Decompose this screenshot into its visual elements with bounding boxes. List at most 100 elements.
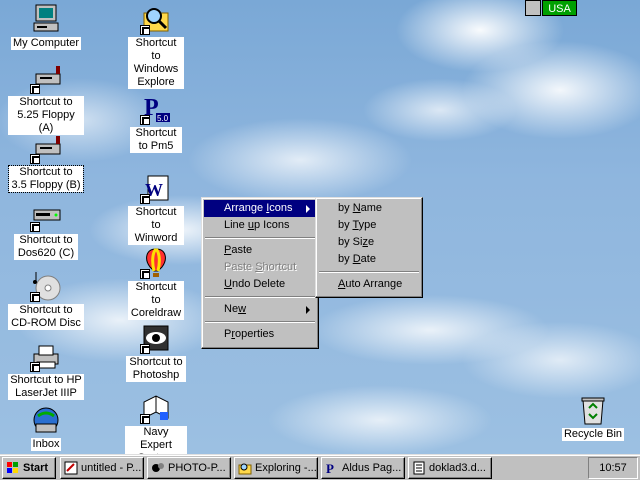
inbox-item[interactable]: Inbox <box>6 404 86 451</box>
photo-paint-icon <box>151 461 165 475</box>
menu-item-label: Auto Arrange <box>338 278 403 290</box>
menu-item-line-up-icons[interactable]: Line up Icons <box>204 217 316 234</box>
pagemaker-icon: P 5.0 <box>140 93 172 125</box>
menu-item-label: Paste Shortcut <box>224 261 297 273</box>
winword-shortcut[interactable]: W Shortcut to Winword <box>116 172 196 245</box>
eye-icon <box>140 322 172 354</box>
floppy-drive-icon <box>30 62 62 94</box>
balloon-icon <box>140 247 172 279</box>
icon-label: Shortcut to 3.5 Floppy (B) <box>8 165 84 193</box>
photoshop-shortcut[interactable]: Shortcut to Photoshp <box>116 322 196 382</box>
icon-label: Shortcut to Windows Explore <box>128 37 184 89</box>
taskbar: Start untitled - P... PHOTO-P... Explori… <box>0 454 640 480</box>
icon-label: Shortcut to 5.25 Floppy (A) <box>8 96 84 135</box>
system-tray-clock[interactable]: 10:57 <box>588 457 638 479</box>
menu-item-paste[interactable]: Paste <box>204 242 316 259</box>
menu-item-arrange-icons[interactable]: Arrange Icons <box>204 200 316 217</box>
taskbar-button-label: Aldus Pag... <box>342 462 402 474</box>
submenu-item-by-date[interactable]: by Date <box>318 251 420 268</box>
icon-label: Shortcut to HP LaserJet IIIP <box>8 374 84 400</box>
cd-rom-icon <box>30 270 62 302</box>
icon-label: Shortcut to Pm5 <box>130 127 182 153</box>
svg-text:P: P <box>326 461 334 475</box>
start-button[interactable]: Start <box>2 457 56 479</box>
dos620-shortcut[interactable]: Shortcut to Dos620 (C) <box>6 200 86 260</box>
menu-separator <box>319 271 419 273</box>
taskbar-button-aldus-pagemaker[interactable]: P Aldus Pag... <box>321 457 405 479</box>
taskbar-button-label: Exploring -... <box>255 462 317 474</box>
shortcut-arrow-icon <box>140 115 150 125</box>
submenu-item-by-size[interactable]: by Size <box>318 234 420 251</box>
floppy-drive-icon <box>30 132 62 164</box>
icon-label: Navy Expert System <box>125 426 187 454</box>
shortcut-arrow-icon <box>140 344 150 354</box>
my-computer-icon-item[interactable]: My Computer <box>6 3 86 50</box>
taskbar-button-doklad3[interactable]: doklad3.d... <box>408 457 492 479</box>
computer-icon <box>30 3 62 35</box>
taskbar-button-untitled-paint[interactable]: untitled - P... <box>60 457 144 479</box>
taskbar-button-photo-paint[interactable]: PHOTO-P... <box>147 457 231 479</box>
floppy-35-shortcut[interactable]: Shortcut to 3.5 Floppy (B) <box>6 132 86 193</box>
menu-item-label: Paste <box>224 244 253 256</box>
menu-item-label: by Name <box>338 202 383 214</box>
shortcut-arrow-icon <box>30 222 40 232</box>
book-icon <box>140 392 172 424</box>
menu-item-label: Line up Icons <box>224 219 290 231</box>
language-indicator[interactable]: USA <box>525 0 577 16</box>
windows-logo-icon <box>6 461 20 475</box>
floppy-525-shortcut[interactable]: Shortcut to 5.25 Floppy (A) <box>6 62 86 135</box>
shortcut-arrow-icon <box>30 292 40 302</box>
menu-item-label: New <box>224 303 247 315</box>
icon-label: Shortcut to Coreldraw <box>128 281 184 320</box>
icon-label: My Computer <box>10 37 82 50</box>
menu-item-label: Arrange Icons <box>224 202 293 214</box>
cdrom-shortcut[interactable]: Shortcut to CD-ROM Disc <box>6 270 86 330</box>
taskbar-button-label: doklad3.d... <box>429 462 486 474</box>
language-label: USA <box>542 0 577 16</box>
coreldraw-shortcut[interactable]: Shortcut to Coreldraw <box>116 247 196 320</box>
submenu-arrow-icon <box>306 306 310 314</box>
menu-item-paste-shortcut: Paste Shortcut <box>204 259 316 276</box>
menu-item-undo-delete[interactable]: Undo Delete <box>204 276 316 293</box>
menu-item-label: by Size <box>338 236 375 248</box>
menu-separator <box>205 321 315 323</box>
indicator-box <box>525 0 541 16</box>
submenu-arrow-icon <box>306 205 310 213</box>
menu-item-label: Properties <box>224 328 275 340</box>
shortcut-arrow-icon <box>30 84 40 94</box>
icon-label: Shortcut to CD-ROM Disc <box>8 304 84 330</box>
icon-label: Recycle Bin <box>561 428 625 441</box>
menu-item-label: by Type <box>338 219 377 231</box>
menu-separator <box>205 296 315 298</box>
submenu-item-auto-arrange[interactable]: Auto Arrange <box>318 276 420 293</box>
shortcut-arrow-icon <box>140 269 150 279</box>
recycle-bin-icon <box>577 394 609 426</box>
clock-time: 10:57 <box>599 462 627 474</box>
shortcut-arrow-icon <box>30 154 40 164</box>
explorer-icon <box>140 3 172 35</box>
menu-item-properties[interactable]: Properties <box>204 326 316 343</box>
hard-drive-icon <box>30 200 62 232</box>
menu-separator <box>205 237 315 239</box>
submenu-item-by-name[interactable]: by Name <box>318 200 420 217</box>
explorer-icon <box>238 461 252 475</box>
navy-expert-system-item[interactable]: Navy Expert System <box>116 392 196 454</box>
windows-explorer-shortcut[interactable]: Shortcut to Windows Explore <box>116 3 196 89</box>
desktop-context-menu: Arrange Icons Line up Icons Paste Paste … <box>201 197 319 349</box>
svg-text:5.0: 5.0 <box>157 114 169 123</box>
desktop[interactable]: My Computer Shortcut to 5.25 Floppy (A) … <box>0 0 640 454</box>
menu-item-label: by Date <box>338 253 376 265</box>
shortcut-arrow-icon <box>140 414 150 424</box>
recycle-bin-item[interactable]: Recycle Bin <box>553 394 633 441</box>
paint-icon <box>64 461 78 475</box>
menu-item-new[interactable]: New <box>204 301 316 318</box>
taskbar-button-exploring[interactable]: Exploring -... <box>234 457 318 479</box>
pm5-shortcut[interactable]: P 5.0 Shortcut to Pm5 <box>116 93 196 153</box>
submenu-item-by-type[interactable]: by Type <box>318 217 420 234</box>
icon-label: Shortcut to Dos620 (C) <box>14 234 78 260</box>
printer-shortcut[interactable]: Shortcut to HP LaserJet IIIP <box>6 340 86 400</box>
icon-label: Shortcut to Winword <box>128 206 184 245</box>
shortcut-arrow-icon <box>30 362 40 372</box>
shortcut-arrow-icon <box>140 25 150 35</box>
pagemaker-icon: P <box>325 461 339 476</box>
